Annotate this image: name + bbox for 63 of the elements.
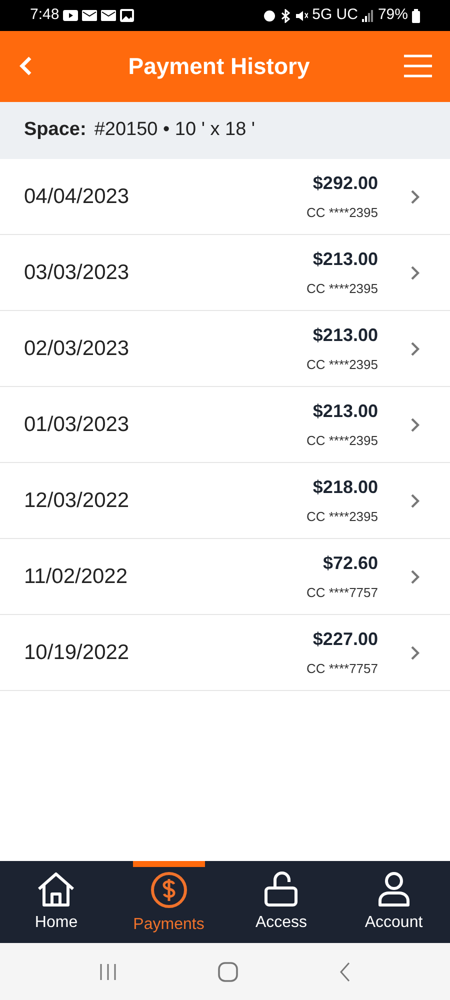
payment-amount: $213.00 (312, 400, 378, 424)
payment-method: CC ****2395 (306, 204, 378, 222)
space-label: Space: (24, 118, 86, 142)
payment-amount: $213.00 (312, 248, 378, 272)
nav-tab[interactable]: Home (0, 861, 112, 943)
network-label: 5G UC (312, 5, 358, 26)
payment-date: 12/03/2022 (24, 488, 130, 514)
mute-icon (295, 9, 308, 22)
back-icon (18, 55, 34, 78)
payment-method: CC ****2395 (306, 432, 378, 450)
dollar-circle-icon (150, 871, 188, 909)
chevron-icon (410, 644, 420, 660)
signal-icon (362, 10, 374, 22)
back-nav-icon[interactable] (339, 962, 352, 982)
house-icon (36, 871, 76, 907)
payment-method: CC ****2395 (306, 280, 378, 298)
video-icon (63, 10, 78, 21)
recent-apps-icon[interactable] (98, 962, 117, 980)
nav-tab[interactable]: Account (338, 861, 450, 943)
chevron-icon (410, 492, 420, 508)
payment-amount: $218.00 (312, 476, 378, 500)
menu-icon (404, 54, 432, 78)
mail-icon (101, 10, 116, 21)
chevron-icon (410, 568, 420, 584)
payment-row[interactable]: 01/03/2023 $213.00 CC ****2395 (0, 387, 450, 463)
chevron-icon (410, 340, 420, 356)
payment-row[interactable]: 10/19/2022 $227.00 CC ****7757 (0, 615, 450, 691)
chevron-icon (410, 188, 420, 204)
battery-icon (412, 8, 420, 22)
payment-amount: $213.00 (312, 324, 378, 348)
payment-date: 04/04/2023 (24, 184, 130, 210)
payment-date: 02/03/2023 (24, 336, 130, 362)
payment-method: CC ****7757 (306, 584, 378, 602)
payment-date: 11/02/2022 (24, 564, 128, 590)
nav-tab[interactable]: Payments (112, 861, 225, 943)
menu-button[interactable] (404, 54, 432, 79)
payment-date: 03/03/2023 (24, 260, 130, 286)
payment-row[interactable]: 11/02/2022 $72.60 CC ****7757 (0, 539, 450, 615)
payment-amount: $227.00 (312, 628, 378, 652)
payment-method: CC ****7757 (306, 660, 378, 678)
chevron-icon (410, 264, 420, 280)
bluetooth-icon (280, 8, 292, 22)
person-icon (376, 871, 411, 907)
battery-percent: 79% (378, 5, 408, 26)
mail-icon (82, 10, 98, 21)
image-icon (120, 9, 134, 22)
home-nav-icon[interactable] (218, 962, 238, 982)
payment-row[interactable]: 03/03/2023 $213.00 CC ****2395 (0, 235, 450, 311)
payment-method: CC ****2395 (306, 356, 378, 374)
payment-row[interactable]: 04/04/2023 $292.00 CC ****2395 (0, 159, 450, 235)
payment-amount: $72.60 (322, 552, 378, 576)
padlock-open-icon (264, 871, 298, 907)
page-title: Payment History (127, 52, 311, 80)
payment-date: 01/03/2023 (24, 412, 130, 438)
chevron-icon (410, 416, 420, 432)
payment-date: 10/19/2022 (24, 640, 130, 666)
payment-row[interactable]: 02/03/2023 $213.00 CC ****2395 (0, 311, 450, 387)
payment-amount: $292.00 (312, 172, 378, 196)
space-value: #20150 • 10 ' x 18 ' (94, 118, 256, 142)
nav-tab[interactable]: Access (225, 861, 338, 943)
payment-method: CC ****2395 (306, 508, 378, 526)
status-time: 7:48 (30, 5, 60, 26)
payment-row[interactable]: 12/03/2022 $218.00 CC ****2395 (0, 463, 450, 539)
